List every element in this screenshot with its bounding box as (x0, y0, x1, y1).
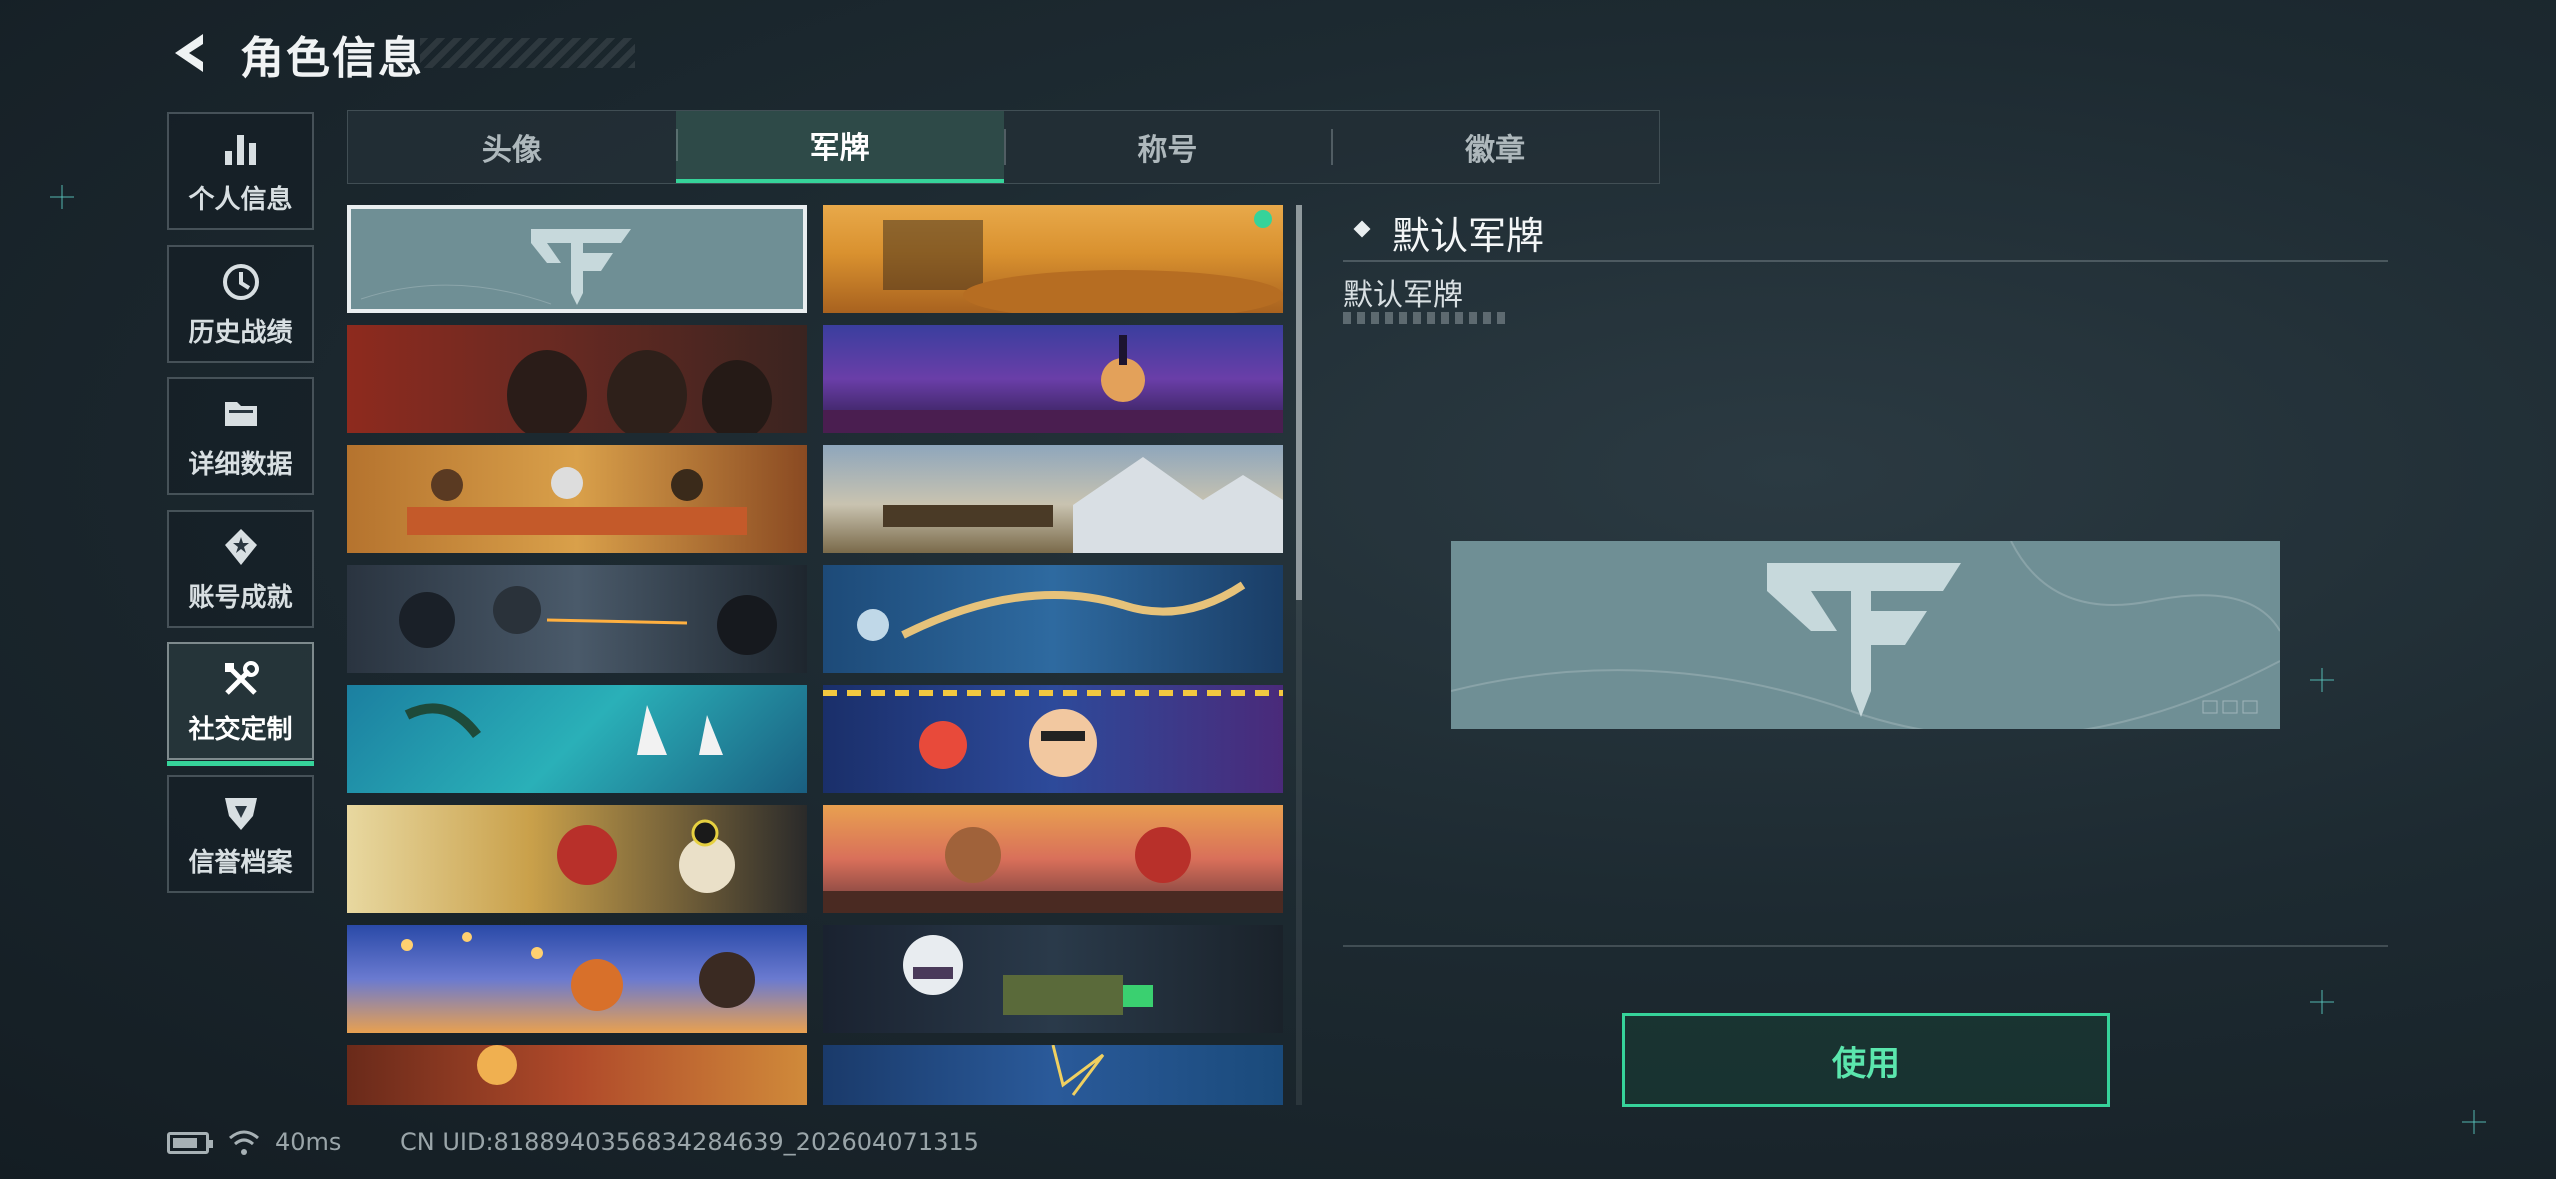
dogtag-card-soldiers[interactable] (347, 325, 807, 433)
network-ping: 40ms (275, 1128, 342, 1156)
dogtag-card-desert[interactable] (823, 205, 1283, 313)
dogtag-card-mountain[interactable] (823, 445, 1283, 553)
decor-cross (2310, 990, 2334, 1014)
dogtag-card-red-helmet[interactable] (347, 805, 807, 913)
decor-cross (50, 185, 74, 209)
feast-scene-icon (407, 467, 747, 535)
dogtag-card-feast[interactable] (347, 445, 807, 553)
dogtag-card-night-raid[interactable] (347, 565, 807, 673)
dogtag-subtitle: 默认军牌 (1343, 278, 1463, 313)
nav-label: 账号成就 (188, 582, 293, 613)
dogtag-card-phoenix[interactable] (823, 565, 1283, 673)
sailboat-scene-icon (404, 703, 723, 755)
dogtag-card-chibi[interactable] (823, 925, 1283, 1033)
lantern-scene-icon (401, 932, 755, 1011)
dogtag-card-default[interactable] (347, 205, 807, 313)
decor-cross (2310, 668, 2334, 692)
tab-dogtag[interactable]: 军牌 (675, 111, 1004, 183)
phoenix-scene-icon (857, 581, 1246, 641)
detail-divider (1343, 260, 2388, 262)
dogtag-card-skull[interactable] (823, 325, 1283, 433)
desert-scene-icon (883, 210, 1283, 313)
dogtag-grid (347, 205, 1283, 1105)
burst-scene-icon (1051, 1045, 1105, 1096)
decor-cross (2462, 1110, 2486, 1134)
default-logo-icon (1451, 541, 2280, 729)
battery-icon (167, 1132, 213, 1154)
fiesta-scene-icon (823, 690, 1283, 777)
dogtag-name: 默认军牌 (1392, 214, 1545, 258)
back-arrow-icon[interactable] (165, 28, 215, 78)
explosion-scene-icon (477, 1045, 517, 1085)
achievement-badge-icon (224, 528, 257, 565)
nav-item-credit-record[interactable]: 信誉档案 (167, 775, 314, 893)
tab-avatar[interactable]: 头像 (348, 111, 676, 183)
tab-badge[interactable]: 徽章 (1331, 111, 1659, 183)
page-title: 角色信息 (240, 33, 424, 84)
dogtag-card-blue-burst[interactable] (823, 1045, 1283, 1105)
tab-bar: 头像 军牌 称号 徽章 (347, 110, 1660, 184)
nav-label: 详细数据 (188, 449, 293, 480)
dogtag-card-sunset[interactable] (823, 805, 1283, 913)
nav-item-achievements[interactable]: 账号成就 (167, 510, 314, 628)
user-uid: CN UID:818894035683428463​9_202604071315 (400, 1128, 979, 1156)
nav-label: 信誉档案 (188, 847, 293, 878)
raid-scene-icon (399, 586, 777, 655)
nav-item-social-custom[interactable]: 社交定制 (167, 642, 314, 766)
dogtag-card-fiesta[interactable] (823, 685, 1283, 793)
wifi-icon (229, 1130, 259, 1155)
use-button[interactable]: 使用 (1622, 1013, 2110, 1107)
mountain-scene-icon (883, 457, 1283, 553)
tab-title[interactable]: 称号 (1003, 111, 1332, 183)
title-decoration (420, 38, 635, 68)
folder-icon (224, 401, 257, 426)
sunset-scene-icon (823, 827, 1283, 913)
nav-label: 个人信息 (188, 184, 293, 215)
nav-label: 社交定制 (188, 714, 293, 745)
grid-scrollbar-thumb[interactable] (1296, 205, 1302, 600)
detail-bottom-divider (1343, 945, 2388, 947)
nav-item-personal-info[interactable]: 个人信息 (167, 112, 314, 230)
soldiers-scene-icon (507, 350, 772, 433)
nav-item-detailed-data[interactable]: 详细数据 (167, 377, 314, 495)
dogtag-description-blurred (1343, 312, 1508, 324)
history-clock-icon (222, 263, 259, 300)
chibi-scene-icon (903, 935, 1153, 1015)
nav-item-history[interactable]: 历史战绩 (167, 245, 314, 363)
diamond-bullet-icon (1353, 220, 1371, 238)
skull-scene-icon (823, 335, 1283, 433)
dogtag-preview (1451, 541, 2280, 729)
dogtag-card-sailboats[interactable] (347, 685, 807, 793)
tools-icon (224, 660, 259, 695)
credit-shield-icon (224, 797, 257, 830)
nav-label: 历史战绩 (188, 317, 293, 348)
dogtag-card-lanterns[interactable] (347, 925, 807, 1033)
default-logo-icon (360, 229, 631, 305)
dogtag-card-explosion[interactable] (347, 1045, 807, 1105)
bar-chart-icon (224, 134, 256, 165)
helmet-scene-icon (557, 819, 735, 893)
